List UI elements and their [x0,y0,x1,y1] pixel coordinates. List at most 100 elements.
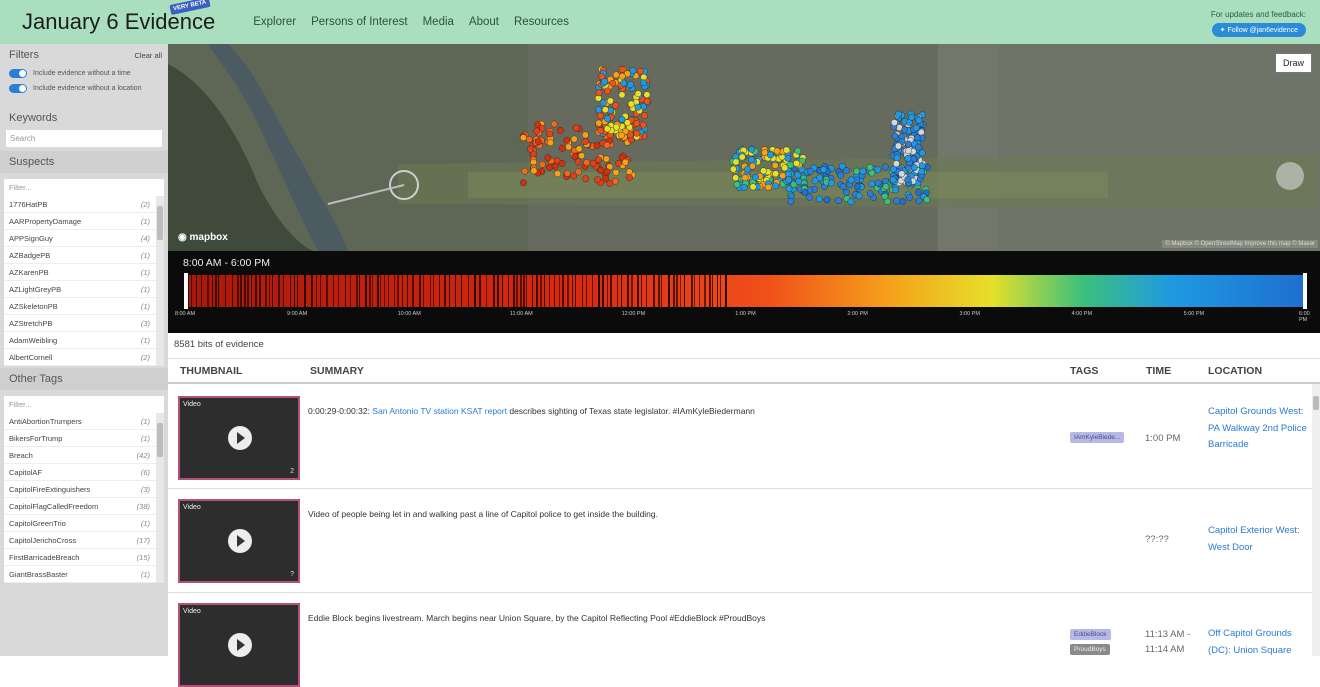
evidence-marker[interactable] [634,103,642,111]
results-scrollbar[interactable] [1312,384,1320,656]
evidence-marker[interactable] [603,141,611,149]
evidence-marker[interactable] [918,162,926,170]
row-location[interactable]: Capitol Exterior West: West Door [1208,523,1308,556]
evidence-marker[interactable] [843,167,850,174]
list-item[interactable]: AlbertCornell (2) [4,349,164,366]
evidence-marker[interactable] [533,127,540,135]
evidence-marker[interactable] [904,154,912,162]
video-thumbnail[interactable]: Video ? [178,499,300,583]
evidence-marker[interactable] [538,161,546,168]
evidence-marker[interactable] [748,156,755,164]
evidence-marker[interactable] [563,170,571,177]
evidence-marker[interactable] [915,116,923,124]
evidence-marker[interactable] [582,175,590,183]
list-item[interactable]: APPSignGuy (4) [4,230,164,247]
draw-button[interactable]: Draw [1274,53,1312,73]
evidence-marker[interactable] [773,147,781,155]
list-item[interactable]: AntiAbortionTrumpers (1) [4,413,164,430]
evidence-marker[interactable] [839,183,847,190]
evidence-marker[interactable] [752,173,759,181]
evidence-marker[interactable] [772,182,779,190]
summary-link[interactable]: San Antonio TV station KSAT report [372,406,507,416]
evidence-marker[interactable] [732,158,740,166]
evidence-marker[interactable] [779,172,787,180]
evidence-marker[interactable] [881,192,889,200]
evidence-marker[interactable] [618,91,626,99]
evidence-marker[interactable] [904,176,912,183]
evidence-marker[interactable] [621,158,629,166]
evidence-marker[interactable] [618,115,626,123]
evidence-marker[interactable] [558,144,566,152]
evidence-marker[interactable] [868,180,876,188]
evidence-marker[interactable] [874,179,882,187]
evidence-marker[interactable] [894,110,902,118]
evidence-marker[interactable] [741,174,749,182]
evidence-marker[interactable] [908,113,915,121]
table-row[interactable]: Video Eddie Block begins livestream. Mar… [168,593,1312,687]
list-item[interactable]: Breach (42) [4,447,164,464]
evidence-marker[interactable] [612,169,620,176]
evidence-marker[interactable] [597,166,605,174]
other-tags-scrollbar[interactable] [156,413,164,583]
scroll-thumb[interactable] [157,423,163,457]
evidence-marker[interactable] [599,99,607,107]
evidence-marker[interactable] [593,142,601,149]
scroll-thumb[interactable] [157,206,163,240]
evidence-marker[interactable] [740,183,748,191]
evidence-marker[interactable] [901,126,909,134]
video-thumbnail[interactable]: Video 2 [178,396,300,480]
evidence-marker[interactable] [795,178,803,185]
evidence-marker[interactable] [738,153,746,161]
evidence-marker[interactable] [641,112,648,119]
play-icon[interactable] [228,529,252,553]
evidence-marker[interactable] [748,145,756,153]
evidence-marker[interactable] [520,179,527,187]
satellite-map-svg[interactable] [168,44,1320,251]
play-icon[interactable] [228,426,252,450]
evidence-marker[interactable] [575,145,583,153]
evidence-marker[interactable] [892,186,900,194]
evidence-marker[interactable] [801,188,809,196]
col-thumbnail[interactable]: THUMBNAIL [180,365,242,377]
evidence-marker[interactable] [633,129,641,137]
evidence-marker[interactable] [894,142,902,150]
evidence-marker[interactable] [815,195,823,203]
list-item[interactable]: AZBadgePB (1) [4,247,164,264]
list-item[interactable]: BikersForTrump (1) [4,430,164,447]
evidence-marker[interactable] [627,81,634,89]
evidence-marker[interactable] [596,112,604,120]
evidence-marker[interactable] [612,102,619,109]
evidence-marker[interactable] [595,106,602,114]
evidence-marker[interactable] [565,143,572,151]
evidence-marker[interactable] [882,183,890,191]
evidence-marker[interactable] [915,197,923,205]
evidence-marker[interactable] [772,170,780,178]
evidence-marker[interactable] [595,89,603,97]
row-location[interactable]: Capitol Grounds West: PA Walkway 2nd Pol… [1208,404,1308,454]
timeline-left-handle[interactable] [184,273,188,309]
evidence-marker[interactable] [906,194,914,201]
toggle-switch[interactable] [9,69,27,78]
evidence-marker[interactable] [781,164,789,172]
evidence-marker[interactable] [771,162,779,169]
evidence-marker[interactable] [749,183,757,191]
evidence-marker[interactable] [601,106,609,114]
video-thumbnail[interactable]: Video [178,603,300,687]
evidence-marker[interactable] [604,87,611,95]
evidence-marker[interactable] [546,130,554,138]
tag-badge[interactable]: EddieBlock [1070,629,1111,640]
evidence-marker[interactable] [783,146,790,154]
evidence-marker[interactable] [563,136,571,144]
evidence-marker[interactable] [546,163,553,171]
clear-all-button[interactable]: Clear all [134,51,162,60]
list-item[interactable]: FirstBarricadeBreach (15) [4,549,164,566]
list-item[interactable]: CapitolFlagCalledFreedom (38) [4,498,164,515]
nav-explorer[interactable]: Explorer [253,16,296,28]
row-location[interactable]: Off Capitol Grounds (DC): Union Square [1208,626,1308,659]
list-item[interactable]: CapitolGreenTrio (1) [4,515,164,532]
evidence-marker[interactable] [601,78,609,86]
evidence-marker[interactable] [634,90,642,98]
evidence-marker[interactable] [530,167,538,175]
evidence-marker[interactable] [583,159,591,166]
keyword-search-input[interactable]: Search [6,130,162,147]
